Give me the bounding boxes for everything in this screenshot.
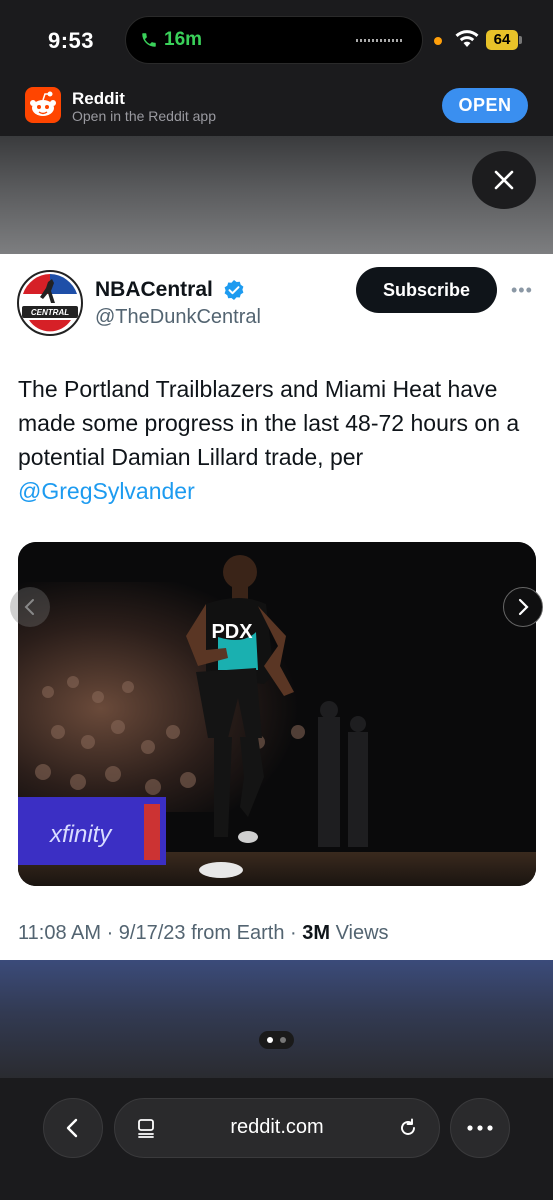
back-button[interactable]: [43, 1098, 103, 1158]
phone-icon: [142, 33, 156, 47]
call-indicator: 16m: [140, 29, 202, 51]
more-menu-button[interactable]: [450, 1098, 510, 1158]
tweet-timestamp[interactable]: 11:08 AM · 9/17/23 from Earth ·: [18, 922, 302, 944]
mention-link[interactable]: @GregSylvander: [18, 478, 195, 504]
tweet-text: The Portland Trailblazers and Miami Heat…: [18, 372, 528, 508]
mic-indicator-dot: [434, 37, 442, 45]
close-icon: [494, 170, 514, 190]
browser-toolbar: reddit.com: [0, 1078, 553, 1200]
app-banner: Reddit Open in the Reddit app OPEN: [0, 80, 553, 136]
reload-icon[interactable]: [397, 1117, 419, 1139]
page-dot-active: [267, 1037, 273, 1043]
previous-image-button[interactable]: [10, 587, 50, 627]
app-subtitle: Open in the Reddit app: [72, 108, 216, 124]
tweet-card: CENTRAL NBACentral @TheDunkCentral Subsc…: [0, 254, 553, 960]
app-name: Reddit: [72, 89, 125, 108]
battery-indicator: 64: [486, 30, 522, 50]
audio-waveform-icon: [356, 39, 404, 42]
close-button[interactable]: [472, 151, 536, 209]
status-bar: 9:53 16m 64: [0, 0, 553, 80]
blurred-background: [0, 136, 553, 254]
ad-board-text: xfinity: [49, 821, 113, 848]
call-duration: 16m: [164, 29, 203, 50]
open-app-button[interactable]: OPEN: [442, 88, 528, 123]
dynamic-island[interactable]: 16m: [125, 16, 423, 64]
views-label: Views: [330, 922, 389, 944]
more-options-icon[interactable]: •••: [511, 280, 533, 301]
page-indicator[interactable]: [259, 1031, 294, 1049]
chevron-left-icon: [24, 599, 34, 615]
clock-time: 9:53: [48, 28, 95, 53]
url-text: reddit.com: [230, 1116, 324, 1138]
jersey-text: PDX: [211, 621, 253, 643]
display-name[interactable]: NBACentral: [95, 278, 213, 302]
avatar-text: CENTRAL: [31, 308, 69, 317]
user-handle[interactable]: @TheDunkCentral: [95, 306, 261, 329]
tweet-body: The Portland Trailblazers and Miami Heat…: [18, 376, 520, 470]
address-bar[interactable]: reddit.com: [114, 1098, 440, 1158]
reddit-logo-icon: [25, 87, 61, 123]
subscribe-button[interactable]: Subscribe: [356, 267, 497, 313]
next-image-button[interactable]: [503, 587, 543, 627]
ellipsis-icon: [467, 1125, 493, 1131]
wifi-icon: [455, 30, 479, 47]
avatar[interactable]: CENTRAL: [17, 270, 83, 336]
page-dot: [280, 1037, 286, 1043]
tweet-image[interactable]: xfinity PDX: [18, 542, 536, 886]
views-count: 3M: [302, 922, 331, 944]
chevron-left-icon: [66, 1118, 78, 1138]
tweet-metadata: 11:08 AM · 9/17/23 from Earth · 3M Views: [18, 922, 389, 945]
chevron-right-icon: [518, 598, 529, 616]
verified-badge-icon: [224, 280, 244, 300]
blurred-background-bottom: [0, 960, 553, 1078]
